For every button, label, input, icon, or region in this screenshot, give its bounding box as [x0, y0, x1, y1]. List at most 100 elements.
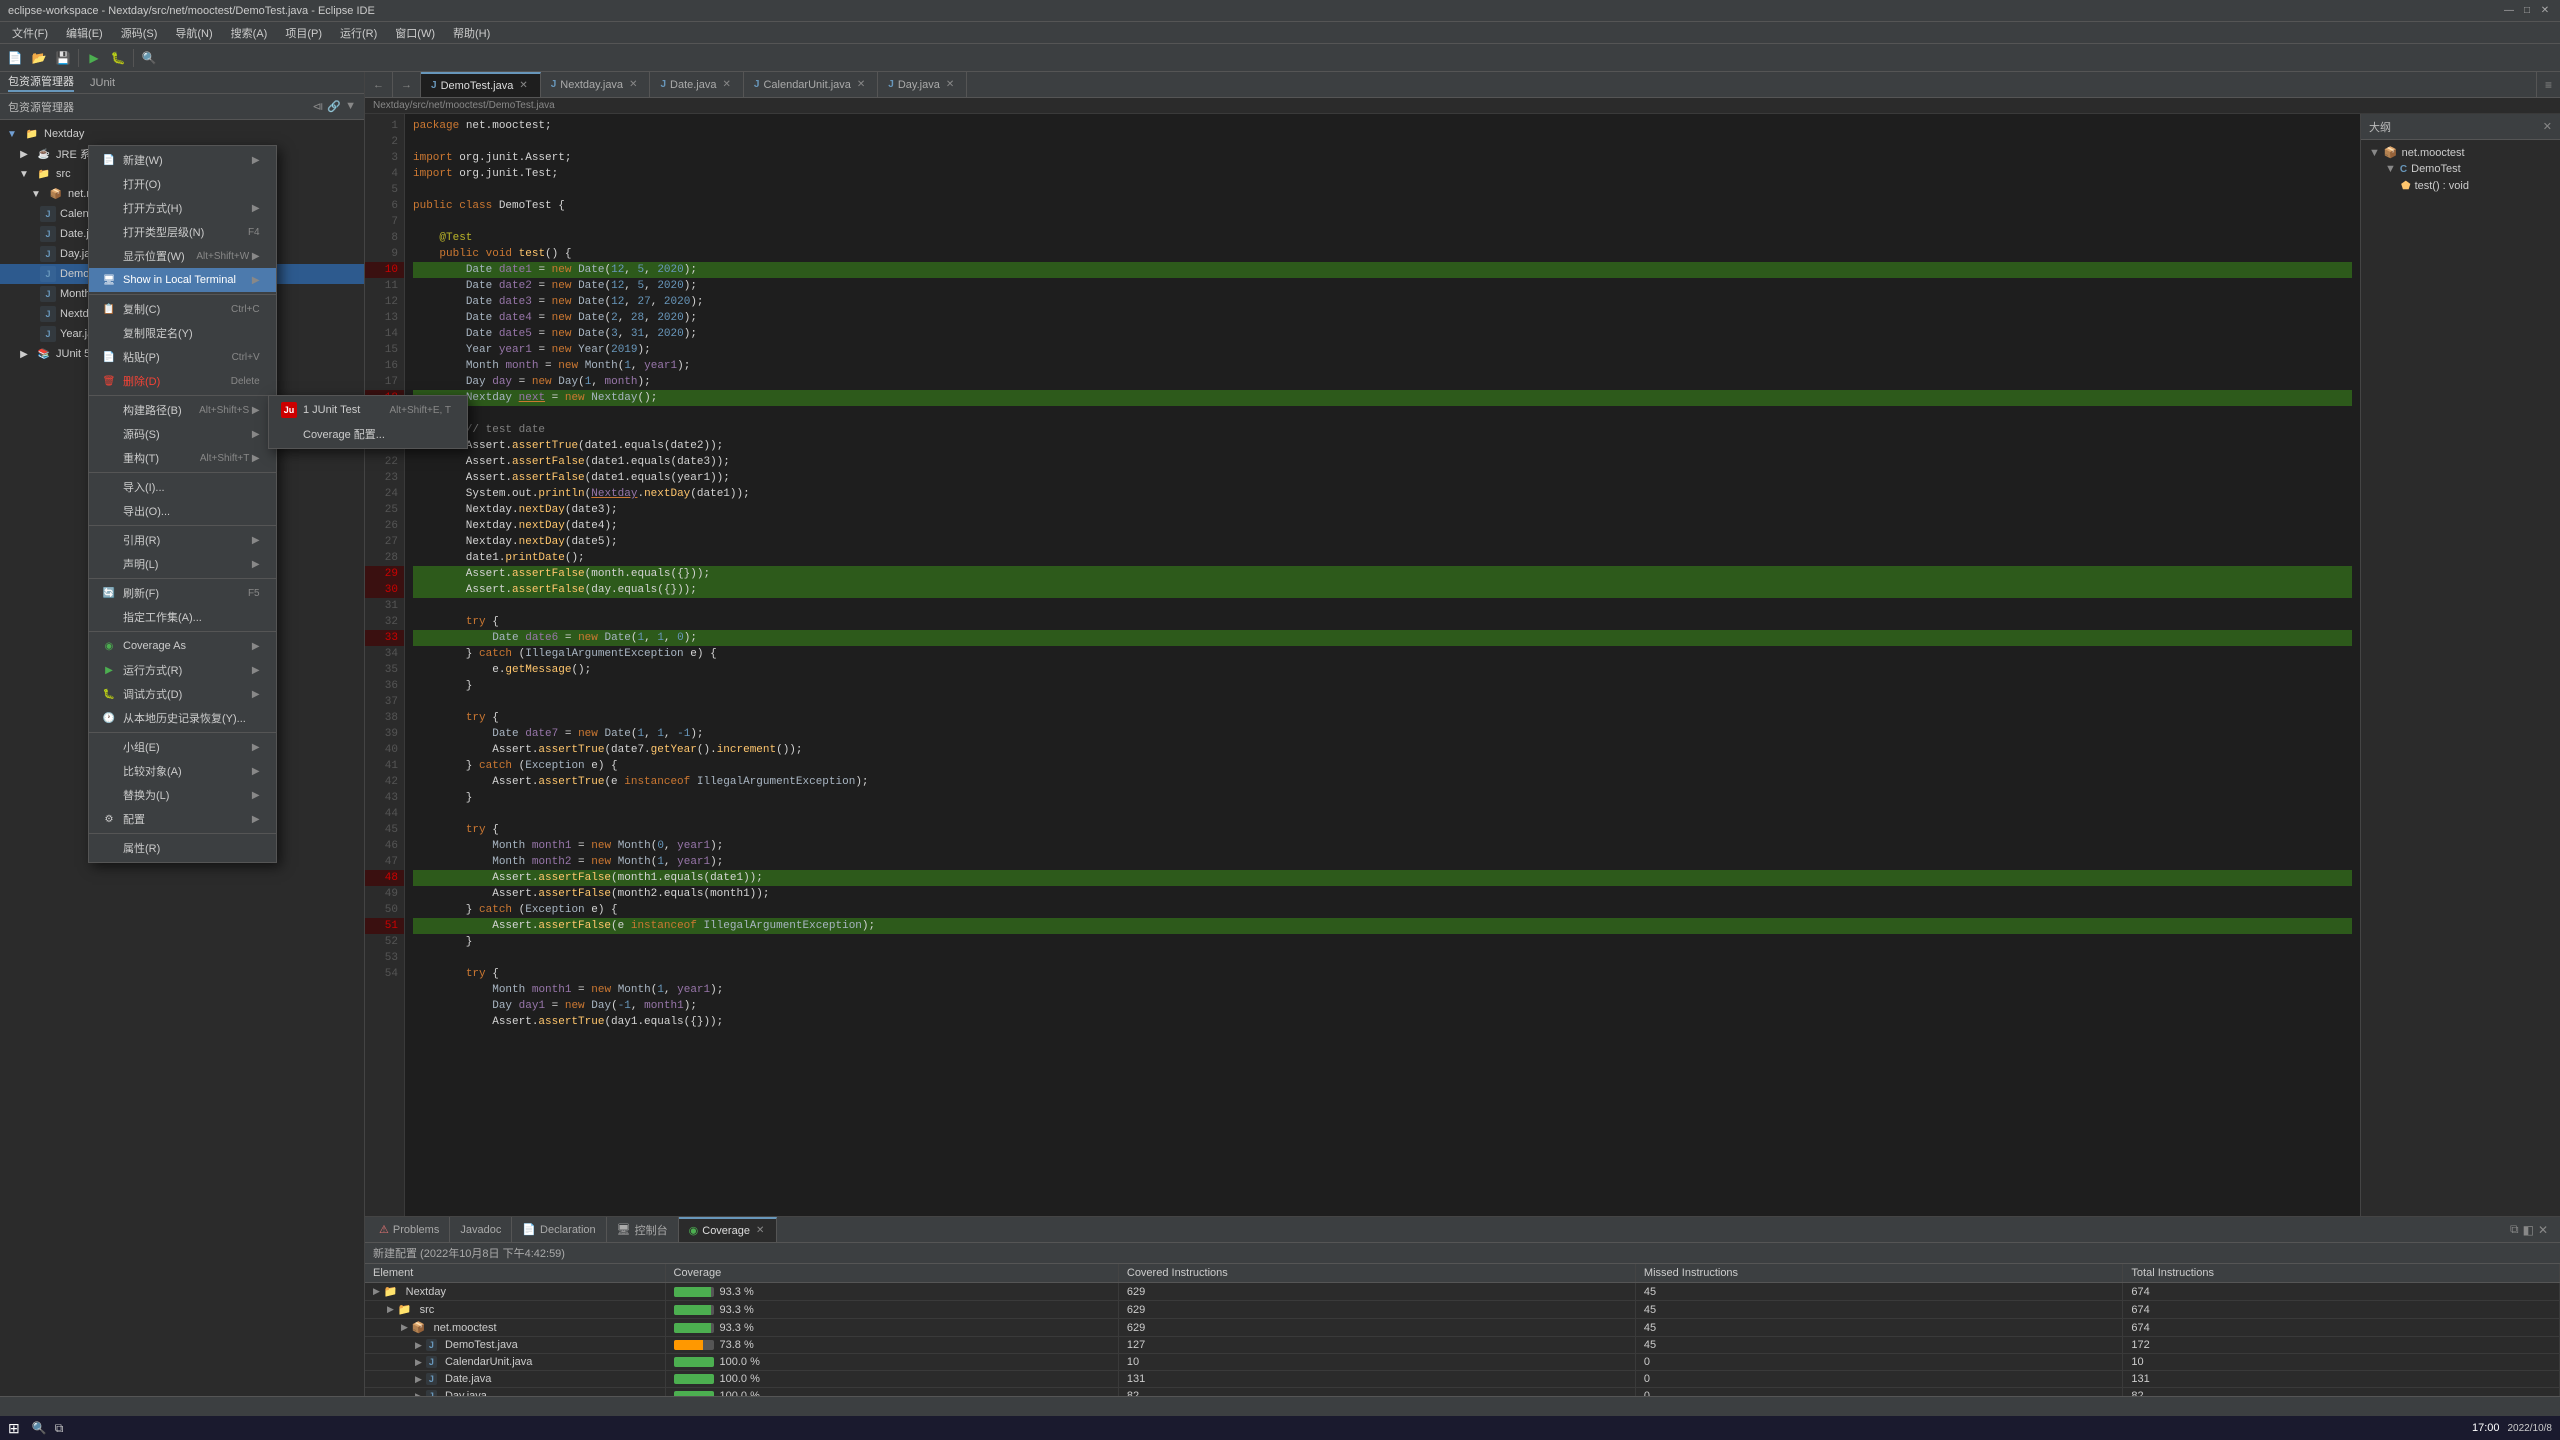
tab-day-close[interactable]: ✕	[944, 78, 956, 91]
code-line-57: Assert.assertTrue(day1.equals({}));	[413, 1014, 2352, 1030]
menu-item-3[interactable]: 导航(N)	[167, 23, 220, 43]
ctx-copy-qualified[interactable]: 复制限定名(Y)	[89, 321, 276, 345]
ctx-references[interactable]: 引用(R) ▶	[89, 528, 276, 552]
outline-close-icon[interactable]: ✕	[2543, 120, 2552, 133]
menu-item-7[interactable]: 窗口(W)	[387, 23, 443, 43]
ctx-replace-with[interactable]: 替换为(L) ▶	[89, 783, 276, 807]
tab-nextday[interactable]: J Nextday.java ✕	[541, 72, 651, 97]
code-content[interactable]: package net.mooctest; import org.junit.A…	[405, 114, 2360, 1216]
ctx-open-type-hier[interactable]: 打开类型层级(N) F4	[89, 220, 276, 244]
editor-menu-icon[interactable]: ≡	[2541, 76, 2556, 94]
expand-src-icon[interactable]: ▶	[387, 1304, 394, 1315]
start-icon[interactable]: ⊞	[8, 1420, 20, 1437]
ctx-restore-history[interactable]: 🕐从本地历史记录恢复(Y)...	[89, 706, 276, 730]
ctx-run-as[interactable]: ▶运行方式(R) ▶	[89, 658, 276, 682]
junit-tab-label[interactable]: JUnit	[90, 77, 115, 89]
tab-calendarunit[interactable]: J CalendarUnit.java ✕	[744, 72, 878, 97]
menu-item-1[interactable]: 编辑(E)	[58, 23, 111, 43]
tab-date[interactable]: J Date.java ✕	[650, 72, 743, 97]
code-line-38: try {	[413, 710, 2352, 726]
code-editor[interactable]: 1 2 3 4 5 6 7 8 9 10 11 12 13 14	[365, 114, 2360, 1216]
ctx-open-with[interactable]: 打开方式(H) ▶	[89, 196, 276, 220]
tab-calendarunit-close[interactable]: ✕	[855, 78, 867, 91]
tab-demotest-close[interactable]: ✕	[517, 79, 529, 92]
minimize-button[interactable]: —	[2502, 4, 2516, 18]
menu-item-6[interactable]: 运行(R)	[332, 23, 385, 43]
ctx-refactor[interactable]: 重构(T) Alt+Shift+T ▶	[89, 446, 276, 470]
ctx-build-path[interactable]: 构建路径(B) Alt+Shift+S ▶	[89, 398, 276, 422]
bottom-toolbar-btn1[interactable]: ⧉	[2510, 1222, 2519, 1237]
ctx-new[interactable]: 📄新建(W) ▶	[89, 148, 276, 172]
ctx-show-in[interactable]: 显示位置(W) Alt+Shift+W ▶	[89, 244, 276, 268]
tree-item-nextday[interactable]: ▼ 📁 Nextday	[0, 124, 364, 144]
tab-problems[interactable]: ⚠ Problems	[369, 1217, 450, 1242]
outline-item-method[interactable]: ⬟ test() : void	[2365, 177, 2556, 194]
ctx-debug-as[interactable]: 🐛调试方式(D) ▶	[89, 682, 276, 706]
menu-item-8[interactable]: 帮助(H)	[445, 23, 498, 43]
ctx-copy[interactable]: 📋复制(C) Ctrl+C	[89, 297, 276, 321]
col-coverage[interactable]: Coverage	[665, 1264, 1118, 1283]
package-explorer-tab-label[interactable]: 包资源管理器	[8, 73, 74, 92]
toolbar-new[interactable]: 📄	[4, 47, 26, 69]
bottom-toolbar-btn2[interactable]: ◧	[2523, 1223, 2534, 1237]
ctx-declarations[interactable]: 声明(L) ▶	[89, 552, 276, 576]
tab-nextday-close[interactable]: ✕	[627, 78, 639, 91]
view-menu-icon[interactable]: ▼	[345, 100, 356, 113]
collapse-all-icon[interactable]: ⧏	[312, 100, 323, 113]
expand-nextday-icon[interactable]: ▶	[373, 1286, 380, 1297]
ctx-assign-workset[interactable]: 指定工作集(A)...	[89, 605, 276, 629]
tab-demotest[interactable]: J DemoTest.java ✕	[421, 72, 541, 97]
toolbar-run[interactable]: ▶	[83, 47, 105, 69]
menu-item-5[interactable]: 项目(P)	[277, 23, 330, 43]
ctx-properties[interactable]: 属性(R)	[89, 836, 276, 860]
toolbar-search[interactable]: 🔍	[138, 47, 160, 69]
expand-demotest-icon[interactable]: ▶	[415, 1340, 422, 1351]
ctx-delete[interactable]: 🗑删除(D) Delete	[89, 369, 276, 393]
col-element[interactable]: Element	[365, 1264, 665, 1283]
ctx-export[interactable]: 导出(O)...	[89, 499, 276, 523]
ctx-coverage-config[interactable]: Coverage 配置...	[269, 422, 467, 446]
ctx-show-local-terminal[interactable]: 🖥Show in Local Terminal ▶	[89, 268, 276, 292]
ctx-configure[interactable]: ⚙配置 ▶	[89, 807, 276, 831]
toolbar-debug[interactable]: 🐛	[107, 47, 129, 69]
outline-item-class[interactable]: ▼ C DemoTest	[2365, 161, 2556, 177]
ctx-team[interactable]: 小组(E) ▶	[89, 735, 276, 759]
ctx-source[interactable]: 源码(S) ▶	[89, 422, 276, 446]
expand-cu-icon[interactable]: ▶	[415, 1357, 422, 1368]
close-button[interactable]: ✕	[2538, 4, 2552, 18]
maximize-button[interactable]: □	[2520, 4, 2534, 18]
toolbar-open[interactable]: 📂	[28, 47, 50, 69]
bottom-toolbar-btn3[interactable]: ✕	[2538, 1223, 2548, 1237]
tab-declaration[interactable]: 📄 Declaration	[512, 1217, 606, 1242]
ctx-open[interactable]: 打开(O)	[89, 172, 276, 196]
col-covered-instructions[interactable]: Covered Instructions	[1118, 1264, 1635, 1283]
tab-coverage[interactable]: ◉ Coverage ✕	[679, 1217, 778, 1242]
editor-nav-forward[interactable]: →	[393, 72, 421, 97]
menu-item-2[interactable]: 源码(S)	[113, 23, 166, 43]
outline-item-package[interactable]: ▼ 📦 net.mooctest	[2365, 144, 2556, 161]
taskview-icon[interactable]: ⧉	[55, 1421, 64, 1436]
tab-javadoc[interactable]: Javadoc	[450, 1217, 512, 1242]
class-expand-icon: ▼	[2385, 163, 2396, 175]
menu-item-0[interactable]: 文件(F)	[4, 23, 56, 43]
col-missed-instructions[interactable]: Missed Instructions	[1635, 1264, 2123, 1283]
tab-date-label: Date.java	[670, 79, 716, 91]
tab-day[interactable]: J Day.java ✕	[878, 72, 967, 97]
col-total-instructions[interactable]: Total Instructions	[2123, 1264, 2560, 1283]
expand-pkg-icon[interactable]: ▶	[401, 1322, 408, 1333]
ctx-junit-test[interactable]: Ju 1 JUnit Test Alt+Shift+E, T	[269, 398, 467, 422]
toolbar-save[interactable]: 💾	[52, 47, 74, 69]
tab-console[interactable]: 🖥 控制台	[607, 1217, 679, 1242]
ctx-paste[interactable]: 📄粘贴(P) Ctrl+V	[89, 345, 276, 369]
ctx-compare[interactable]: 比较对象(A) ▶	[89, 759, 276, 783]
tab-coverage-close[interactable]: ✕	[754, 1224, 766, 1237]
ctx-refresh[interactable]: 🔄刷新(F) F5	[89, 581, 276, 605]
ctx-coverage-as[interactable]: ◉Coverage As ▶	[89, 634, 276, 658]
expand-date-icon[interactable]: ▶	[415, 1374, 422, 1385]
search-icon[interactable]: 🔍	[32, 1421, 47, 1435]
ctx-import[interactable]: 导入(I)...	[89, 475, 276, 499]
menu-item-4[interactable]: 搜索(A)	[223, 23, 276, 43]
link-editor-icon[interactable]: 🔗	[327, 100, 341, 113]
editor-nav-back[interactable]: ←	[365, 72, 393, 97]
tab-date-close[interactable]: ✕	[721, 78, 733, 91]
